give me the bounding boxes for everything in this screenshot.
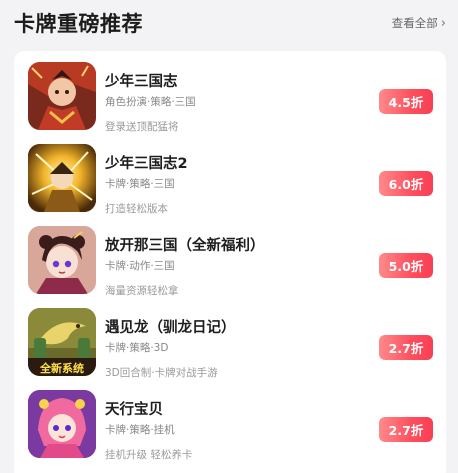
game-list-item[interactable]: 放开那三国（全新福利） 卡牌·动作·三国 海量资源轻松拿 5.0折 xyxy=(14,215,446,297)
discount-badge[interactable]: 4.5折 xyxy=(379,89,433,114)
discount-badge[interactable]: 5.0折 xyxy=(379,253,433,278)
game-description: 海量资源轻松拿 xyxy=(105,285,179,297)
game-list-item[interactable]: 少年三国志 角色扮演·策略·三国 登录送顶配猛将 4.5折 xyxy=(14,51,446,133)
game-icon-dragon[interactable]: 全新系统 xyxy=(28,308,96,376)
discount-badge[interactable]: 2.7折 xyxy=(379,417,433,442)
section-header: 卡牌重磅推荐 查看全部 › xyxy=(0,0,458,50)
game-icon-general-red-armor[interactable] xyxy=(28,62,96,130)
game-list-item[interactable]: 天行宝贝 卡牌·策略·挂机 挂机升级 轻松养卡 2.7折 xyxy=(14,379,446,461)
see-all-label: 查看全部 xyxy=(391,16,438,30)
game-icon-anime-girl[interactable] xyxy=(28,226,96,294)
discount-badge[interactable]: 2.7折 xyxy=(379,335,433,360)
game-description: 打造轻松版本 xyxy=(105,203,168,215)
game-tags: 卡牌·策略·3D xyxy=(105,342,169,354)
game-name: 少年三国志 xyxy=(105,74,178,90)
see-all-link[interactable]: 查看全部 › xyxy=(392,15,446,31)
game-list-item[interactable]: 全新系统 遇见龙（驯龙日记） 卡牌·策略·3D 3D回合制·卡牌对战手游 2.7… xyxy=(14,297,446,379)
dragon-icon-caption: 全新系统 xyxy=(40,362,84,375)
game-description: 3D回合制·卡牌对战手游 xyxy=(105,367,218,379)
chevron-right-icon: › xyxy=(440,15,446,31)
game-name: 少年三国志2 xyxy=(105,156,188,172)
game-tags: 卡牌·策略·三国 xyxy=(105,178,175,190)
game-list-card: 少年三国志 角色扮演·策略·三国 登录送顶配猛将 4.5折 少年三国志2 卡牌·… xyxy=(14,51,446,473)
game-tags: 卡牌·动作·三国 xyxy=(105,260,175,272)
game-list-item[interactable]: 少年三国志2 卡牌·策略·三国 打造轻松版本 6.0折 xyxy=(14,133,446,215)
section-title: 卡牌重磅推荐 xyxy=(14,12,143,36)
game-icon-pink-hair-girl[interactable] xyxy=(28,390,96,458)
game-tags: 角色扮演·策略·三国 xyxy=(105,96,196,108)
game-description: 挂机升级 轻松养卡 xyxy=(105,449,193,461)
game-description: 登录送顶配猛将 xyxy=(105,121,179,133)
game-name: 天行宝贝 xyxy=(105,402,163,418)
game-icon-golden-warrior[interactable] xyxy=(28,144,96,212)
game-name: 放开那三国（全新福利） xyxy=(105,238,265,254)
discount-badge[interactable]: 6.0折 xyxy=(379,171,433,196)
game-tags: 卡牌·策略·挂机 xyxy=(105,424,175,436)
game-name: 遇见龙（驯龙日记） xyxy=(105,320,236,336)
